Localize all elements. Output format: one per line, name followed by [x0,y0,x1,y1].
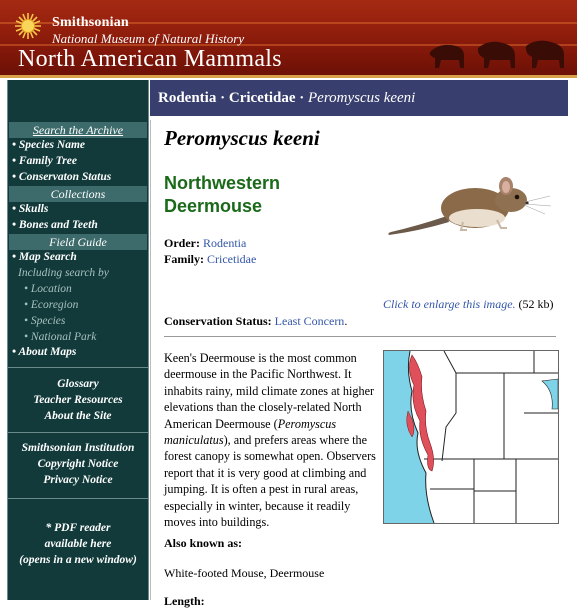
order-label: Order: [164,236,200,250]
description-text: ), and prefers areas where the forest ca… [164,433,376,530]
nav-family-tree[interactable]: • Family Tree [12,155,77,167]
length-label: Length: [164,594,205,608]
species-content: Peromyscus keeni Northwestern Deermouse … [150,120,569,608]
nav-privacy-notice[interactable]: Privacy Notice [8,474,148,486]
sidebar-nav: Search the Archive • Species Name • Fami… [7,80,149,600]
pdf-reader-link[interactable]: * PDF reader [8,522,148,534]
breadcrumb-order[interactable]: Rodentia [158,90,216,106]
family-label: Family: [164,252,204,266]
nav-location[interactable]: • Location [24,283,72,295]
breadcrumb-separator: · [216,90,229,106]
nav-national-park[interactable]: • National Park [24,331,96,343]
also-known-as-value: White-footed Mouse, Deermouse [164,566,325,580]
nav-glossary[interactable]: Glossary [8,378,148,390]
sidebar-divider [8,498,148,499]
enlarge-image-note: Click to enlarge this image. (52 kb) [383,296,565,312]
taxonomy-breadcrumb: Rodentia · Cricetidae · Peromyscus keeni [150,80,568,116]
section-divider [164,336,556,337]
pdf-reader-note[interactable]: (opens in a new window) [8,554,148,566]
page-title: Peromyscus keeni [164,126,320,150]
breadcrumb-separator: · [295,90,309,106]
field-guide-heading: Field Guide [9,234,147,250]
breadcrumb-species: Peromyscus keeni [308,90,416,106]
image-size: (52 kb) [515,297,554,311]
deermouse-image[interactable] [385,168,555,240]
nav-bones-teeth[interactable]: • Bones and Teeth [12,219,98,231]
nav-ecoregion[interactable]: • Ecoregion [24,299,78,311]
sidebar-divider [8,367,148,368]
enlarge-image-link[interactable]: Click to enlarge this image. [383,297,516,311]
sidebar-divider [8,432,148,433]
conservation-label: Conservation Status: [164,314,272,328]
nav-smithsonian-institution[interactable]: Smithsonian Institution [8,442,148,454]
description-text: Keen's Deermouse is the most common deer… [164,351,375,431]
nav-about-maps[interactable]: • About Maps [12,346,76,358]
collections-heading: Collections [9,186,147,202]
order-field: Order: Rodentia [164,236,246,251]
family-link[interactable]: Cricetidae [207,252,256,266]
nav-copyright-notice[interactable]: Copyright Notice [8,458,148,470]
nav-species[interactable]: • Species [24,315,65,327]
range-map-image[interactable] [383,350,559,524]
header-divider [0,75,577,78]
pdf-reader-link[interactable]: available here [8,538,148,550]
nav-map-search[interactable]: • Map Search [12,251,77,263]
breadcrumb-family[interactable]: Cricetidae [229,90,296,106]
nav-teacher-resources[interactable]: Teacher Resources [8,394,148,406]
site-header: Smithsonian National Museum of Natural H… [0,0,577,78]
including-search-label: Including search by [18,267,109,279]
common-name-heading: Northwestern Deermouse [164,173,281,216]
species-description: Keen's Deermouse is the most common deer… [164,350,376,530]
nav-about-site[interactable]: About the Site [8,410,148,422]
search-archive-link[interactable]: Search the Archive [9,122,147,138]
nav-species-name[interactable]: • Species Name [12,139,85,151]
conservation-link[interactable]: Least Concern [275,314,345,328]
conservation-status: Conservation Status: Least Concern. [164,314,347,329]
site-title[interactable]: North American Mammals [18,46,282,73]
nav-skulls[interactable]: • Skulls [12,203,48,215]
museum-name[interactable]: National Museum of Natural History [52,31,244,47]
also-known-as-label: Also known as: [164,536,243,550]
nav-conservation-status[interactable]: • Conservaton Status [12,171,111,183]
institution-name[interactable]: Smithsonian [52,15,129,31]
conservation-period: . [344,314,348,328]
smithsonian-sun-logo[interactable] [15,13,41,39]
family-field: Family: Cricetidae [164,252,256,267]
muskox-silhouettes-image [429,40,564,68]
order-link[interactable]: Rodentia [203,236,246,250]
